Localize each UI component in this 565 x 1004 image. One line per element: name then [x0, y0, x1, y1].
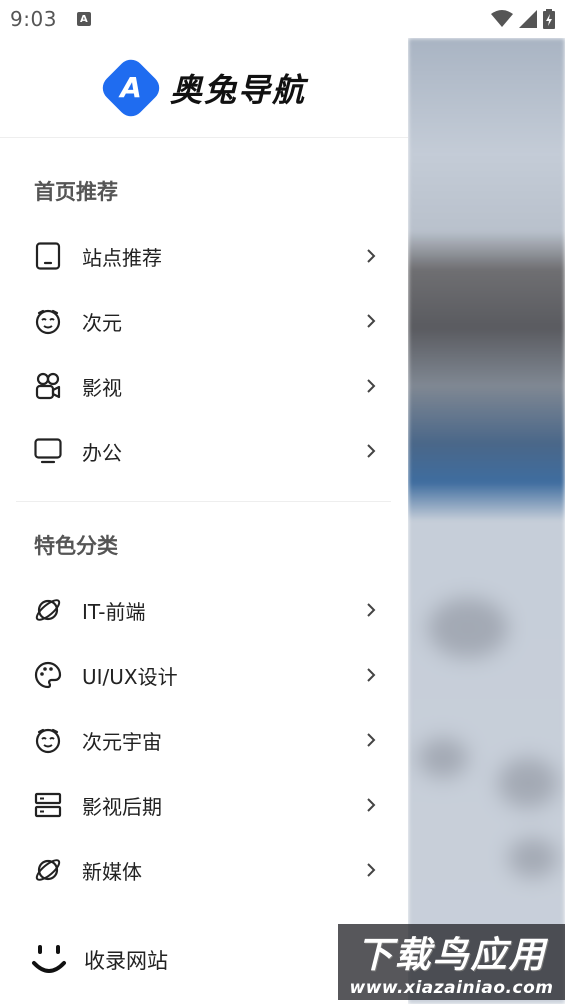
- smile-icon: [30, 941, 68, 979]
- palette-icon: [34, 661, 62, 689]
- app-logo-icon: A: [97, 53, 165, 122]
- film-icon: [34, 372, 62, 400]
- status-icons: [491, 9, 555, 29]
- planet-icon: [34, 596, 62, 624]
- battery-icon: [543, 9, 555, 29]
- face-icon: [34, 307, 62, 335]
- navigation-drawer: A 奥兔导航 首页推荐 站点推荐 次元 影视 办公 特色分类 IT-前端 UI/…: [0, 38, 408, 1004]
- notification-icon: A: [76, 12, 91, 26]
- menu-item-label: 影视: [82, 375, 122, 400]
- face-icon: [34, 726, 62, 754]
- menu-item-office[interactable]: 办公: [0, 419, 408, 483]
- watermark-title: 下载鸟应用: [356, 935, 547, 976]
- chevron-right-icon: [364, 444, 378, 458]
- menu-item-label: 次元宇宙: [82, 729, 162, 754]
- app-name: 奥兔导航: [169, 70, 306, 109]
- drawer-header: A 奥兔导航: [0, 38, 408, 138]
- menu-item-label: UI/UX设计: [82, 664, 178, 689]
- signal-icon: [519, 10, 537, 28]
- chevron-right-icon: [364, 249, 378, 263]
- submit-site-label: 收录网站: [84, 949, 168, 973]
- tablet-icon: [34, 242, 62, 270]
- menu-item-label: 影视后期: [82, 794, 162, 819]
- menu-item-label: 次元: [82, 310, 122, 335]
- menu-item-label: IT-前端: [82, 599, 146, 624]
- section-divider: [16, 501, 391, 502]
- chevron-right-icon: [364, 863, 378, 877]
- menu-item-post-production[interactable]: 影视后期: [0, 773, 408, 837]
- status-bar: 9:03 A: [0, 0, 565, 38]
- chevron-right-icon: [364, 733, 378, 747]
- planet-icon: [34, 856, 62, 884]
- menu-item-ciyuan-universe[interactable]: 次元宇宙: [0, 708, 408, 772]
- chevron-right-icon: [364, 603, 378, 617]
- menu-item-label: 站点推荐: [82, 245, 162, 270]
- status-time: 9:03: [10, 7, 57, 31]
- wifi-icon: [491, 10, 513, 27]
- menu-item-ciyuan[interactable]: 次元: [0, 289, 408, 353]
- menu-item-site-recommend[interactable]: 站点推荐: [0, 224, 408, 288]
- menu-item-film[interactable]: 影视: [0, 354, 408, 418]
- section-title-home: 首页推荐: [34, 180, 118, 204]
- chevron-right-icon: [364, 668, 378, 682]
- monitor-icon: [34, 437, 62, 465]
- watermark-url: www.xiazainiao.com: [349, 978, 554, 998]
- app-logo-letter: A: [120, 71, 142, 104]
- watermark: 下载鸟应用 www.xiazainiao.com: [338, 924, 565, 1000]
- menu-item-uiux-design[interactable]: UI/UX设计: [0, 643, 408, 707]
- menu-item-label: 办公: [82, 440, 122, 465]
- menu-item-it-frontend[interactable]: IT-前端: [0, 578, 408, 642]
- menu-item-label: 新媒体: [82, 859, 142, 884]
- chevron-right-icon: [364, 314, 378, 328]
- menu-item-new-media[interactable]: 新媒体: [0, 838, 408, 902]
- chevron-right-icon: [364, 798, 378, 812]
- chevron-right-icon: [364, 379, 378, 393]
- server-icon: [34, 791, 62, 819]
- background-page[interactable]: [408, 38, 565, 1004]
- section-title-featured: 特色分类: [34, 534, 118, 558]
